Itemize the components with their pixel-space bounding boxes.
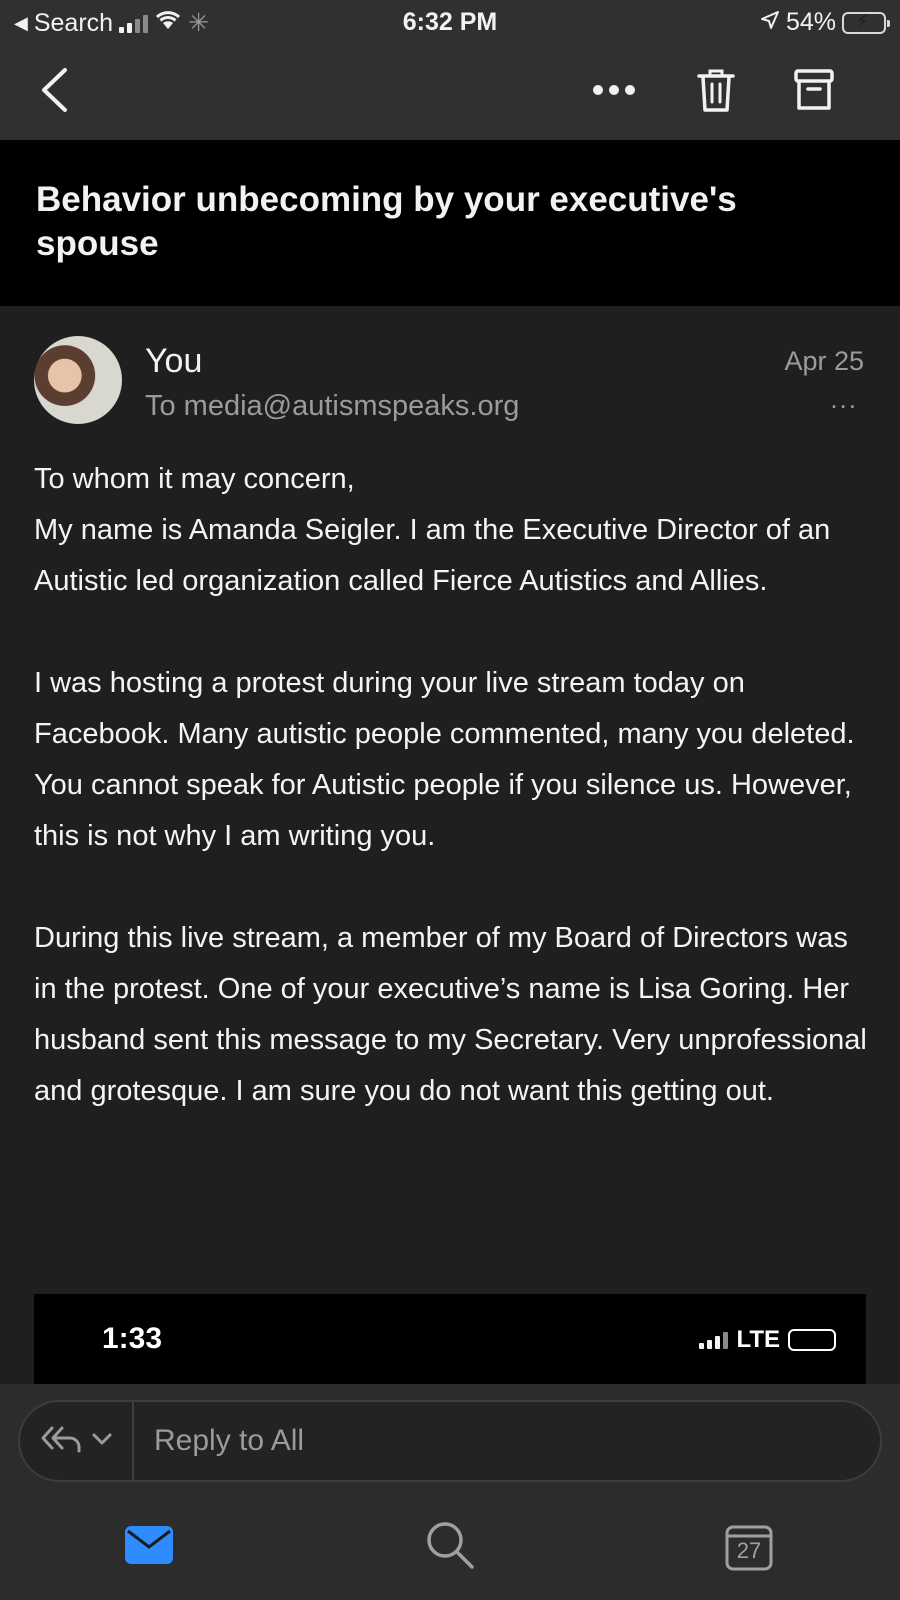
- tab-mail[interactable]: [114, 1512, 184, 1582]
- reply-all-icon: [40, 1424, 82, 1459]
- embedded-network: LTE: [736, 1326, 780, 1353]
- reply-box[interactable]: Reply to All: [18, 1400, 882, 1482]
- status-right: 54% ⚡: [760, 8, 890, 37]
- reply-options-button[interactable]: [20, 1402, 134, 1480]
- embedded-battery-icon: [788, 1329, 836, 1351]
- body-paragraph: To whom it may concern,: [34, 463, 355, 495]
- bottom-bar: Reply to All 27: [0, 1384, 900, 1600]
- message-view[interactable]: You To media@autismspeaks.org Apr 25 ...…: [0, 306, 900, 1384]
- tab-calendar[interactable]: 27: [714, 1512, 784, 1582]
- calendar-day: 27: [736, 1538, 762, 1563]
- status-bar: ◀ Search ✳ 6:32 PM 54% ⚡: [0, 0, 900, 46]
- avatar[interactable]: [34, 336, 122, 424]
- tab-search[interactable]: [415, 1512, 485, 1582]
- search-icon: [424, 1519, 476, 1576]
- battery-icon: ⚡: [842, 11, 890, 34]
- recipient-line[interactable]: To media@autismspeaks.org: [145, 390, 519, 423]
- battery-percent: 54%: [785, 8, 836, 36]
- chevron-left-icon: [39, 67, 69, 118]
- email-date: Apr 25: [784, 346, 864, 376]
- body-paragraph: I was hosting a protest during your live…: [34, 667, 855, 852]
- trash-icon: [696, 67, 736, 118]
- embedded-signal-icon: [699, 1331, 729, 1349]
- archive-button[interactable]: [784, 62, 844, 122]
- tab-bar: 27: [0, 1492, 900, 1600]
- email-body: To whom it may concern, My name is Amand…: [34, 454, 870, 1117]
- mail-icon: [124, 1525, 174, 1570]
- chevron-down-icon: [92, 1432, 112, 1451]
- location-arrow-icon: [760, 8, 780, 37]
- reply-to-all-label[interactable]: Reply to All: [154, 1424, 304, 1458]
- delete-button[interactable]: [686, 62, 746, 122]
- calendar-icon: 27: [724, 1522, 774, 1572]
- back-button[interactable]: [24, 62, 84, 122]
- embedded-screenshot[interactable]: 1:33 LTE: [34, 1294, 866, 1384]
- embedded-status: LTE: [699, 1326, 836, 1354]
- subject-bar: Behavior unbecoming by your executive's …: [0, 140, 900, 306]
- toolbar: [0, 50, 900, 136]
- body-paragraph: My name is Amanda Seigler. I am the Exec…: [34, 514, 831, 597]
- embedded-time: 1:33: [102, 1322, 163, 1355]
- top-chrome: ◀ Search ✳ 6:32 PM 54% ⚡: [0, 0, 900, 140]
- sender-name[interactable]: You: [145, 342, 202, 381]
- more-options-button[interactable]: [584, 62, 644, 122]
- message-details-button[interactable]: ...: [830, 384, 858, 415]
- body-paragraph: During this live stream, a member of my …: [34, 922, 867, 1107]
- email-subject: Behavior unbecoming by your executive's …: [36, 180, 737, 263]
- archive-icon: [793, 68, 835, 117]
- more-horizontal-icon: [592, 83, 636, 101]
